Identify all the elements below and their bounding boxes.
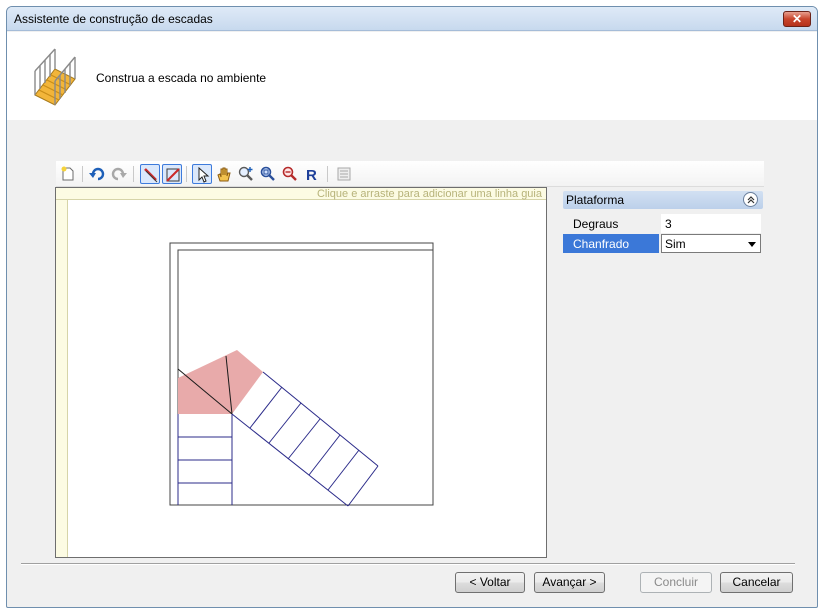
- back-button[interactable]: < Voltar: [455, 572, 525, 593]
- close-icon: ✕: [791, 12, 803, 26]
- refresh-icon: R: [306, 167, 317, 182]
- draw-stair-icon: [166, 168, 180, 182]
- wizard-header: Construa a escada no ambiente: [7, 32, 817, 120]
- wizard-window: Assistente de construção de escadas ✕ Co…: [6, 6, 818, 608]
- window-title: Assistente de construção de escadas: [14, 12, 213, 26]
- header-instruction: Construa a escada no ambiente: [96, 71, 267, 85]
- zoom-out-button[interactable]: [280, 164, 300, 184]
- property-name: Chanfrado: [563, 234, 659, 253]
- footer-divider: [21, 563, 795, 565]
- draw-wall-icon: [144, 168, 158, 183]
- toolbar-separator: [133, 166, 134, 182]
- diagonal-flight-step: [308, 434, 341, 476]
- redo-icon: [111, 167, 127, 181]
- toolbar-separator: [186, 166, 187, 182]
- undo-button[interactable]: [87, 164, 107, 184]
- redo-button[interactable]: [109, 164, 129, 184]
- property-row-degraus[interactable]: Degraus 3: [563, 214, 763, 233]
- cancel-button[interactable]: Cancelar: [720, 572, 793, 593]
- properties-button[interactable]: [334, 164, 354, 184]
- new-button[interactable]: [58, 164, 78, 184]
- zoom-in-icon: [238, 166, 253, 181]
- title-bar: Assistente de construção de escadas ✕: [7, 7, 817, 31]
- pan-hand-button[interactable]: [214, 164, 234, 184]
- toolbar-separator: [327, 166, 328, 182]
- property-value[interactable]: 3: [661, 214, 761, 233]
- undo-icon: [89, 167, 105, 181]
- zoom-in-button[interactable]: [236, 164, 256, 184]
- zoom-window-icon: [260, 166, 275, 181]
- property-row-chanfrado[interactable]: Chanfrado Sim: [563, 234, 763, 253]
- property-name: Degraus: [573, 217, 619, 231]
- new-icon: [61, 166, 74, 181]
- pointer-icon: [198, 167, 210, 183]
- properties-group-title: Plataforma: [566, 193, 625, 207]
- zoom-window-button[interactable]: [258, 164, 278, 184]
- diagonal-flight-step: [327, 449, 360, 491]
- diagonal-flight-step: [249, 386, 283, 429]
- draw-wall-button[interactable]: [140, 164, 160, 184]
- diagonal-flight-step: [268, 402, 302, 444]
- properties-group-header[interactable]: Plataforma: [563, 191, 763, 209]
- draw-stair-button[interactable]: [162, 164, 182, 184]
- next-button[interactable]: Avançar >: [534, 572, 605, 593]
- close-button[interactable]: ✕: [783, 11, 811, 27]
- collapse-icon[interactable]: [743, 192, 758, 207]
- properties-panel: Plataforma Degraus 3 Chanfrado Sim: [563, 191, 763, 259]
- floor-plan[interactable]: [56, 188, 546, 557]
- chevron-down-icon: [748, 242, 756, 247]
- pointer-button[interactable]: [192, 164, 212, 184]
- svg-text:R: R: [306, 167, 317, 182]
- zoom-out-icon: [282, 166, 297, 181]
- drawing-toolbar: R: [56, 161, 764, 187]
- dropdown-selected-value: Sim: [665, 237, 686, 251]
- toolbar-separator: [82, 166, 83, 182]
- diagonal-flight-step: [347, 465, 379, 507]
- properties-icon: [337, 167, 351, 181]
- finish-button[interactable]: Concluir: [640, 572, 712, 593]
- pan-hand-icon: [217, 167, 231, 182]
- refresh-button[interactable]: R: [302, 164, 322, 184]
- drawing-canvas[interactable]: Clique e arraste para adicionar uma linh…: [55, 187, 547, 558]
- diagonal-flight-step: [287, 418, 321, 460]
- staircase-icon: [34, 48, 76, 106]
- chanfrado-dropdown[interactable]: Sim: [661, 234, 761, 253]
